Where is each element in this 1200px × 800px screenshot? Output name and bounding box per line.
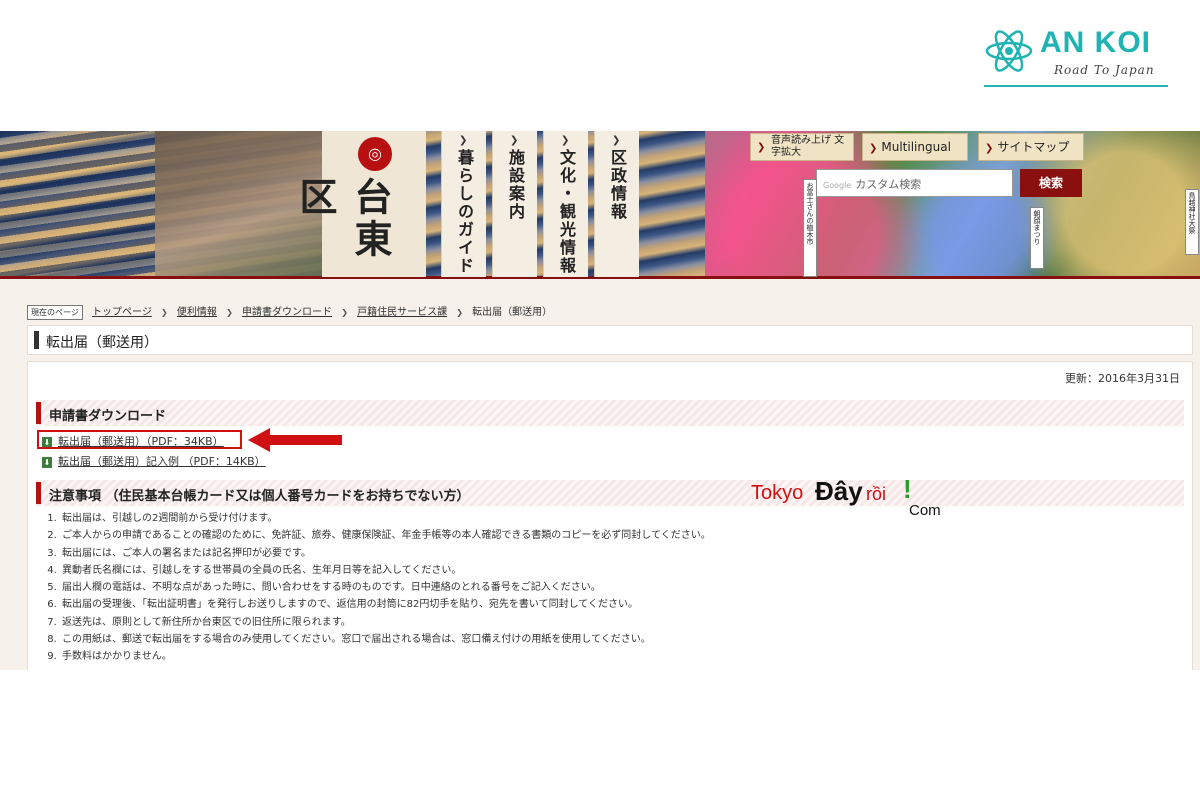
list-item: 転出届は、引越しの2週間前から受け付けます。 [60,510,711,527]
updated-date: 更新：2016年3月31日 [1065,372,1180,385]
nav-tab-administration[interactable]: ❯ 区政情報 [594,131,639,277]
banner-sign: お富士さんの植木市 [803,179,817,277]
search-button[interactable]: 検索 [1020,169,1082,197]
list-item: 転出届には、ご本人の署名または記名押印が必要です。 [60,545,711,562]
page-title-bar: 転出届（郵送用） [27,325,1193,355]
download-heading: 申請書ダウンロード [36,400,1184,426]
ward-logo[interactable]: ◎ 台東区 [293,131,426,277]
content-panel: 更新：2016年3月31日 申請書ダウンロード ⬇ 転出届（郵送用）（PDF：34… [27,361,1193,670]
multilingual-button[interactable]: ❯ Multilingual [862,133,968,161]
red-arrow-icon [248,428,342,452]
nav-tab-culture-tourism[interactable]: ❯ 文化・観光情報 [543,131,588,277]
sitemap-button[interactable]: ❯ サイトマップ [978,133,1084,161]
atom-icon [985,30,1033,72]
breadcrumb-link[interactable]: 申請書ダウンロード [242,307,332,318]
chevron-right-icon: ❯ [226,308,233,317]
ward-crest-icon: ◎ [358,137,392,171]
breadcrumb: 現在のページ トップページ ❯ 便利情報 ❯ 申請書ダウンロード ❯ 戸籍住民サ… [27,303,552,320]
list-item: ご本人からの申請であることの確認のために、免許証、旅券、健康保険証、年金手帳等の… [60,527,711,544]
chevron-right-icon: ❯ [985,143,994,154]
download-link-example[interactable]: ⬇ 転出届（郵送用）記入例 （PDF：14KB） [42,453,266,469]
breadcrumb-here-label: 現在のページ [27,305,83,320]
download-icon: ⬇ [42,457,52,468]
breadcrumb-current: 転出届（郵送用） [472,307,553,318]
banner-sign: 鳥越神社大祭 [1185,189,1199,255]
list-item: 転出届の受理後、「転出証明書」を発行しお送りしますので、返信用の封筒に82円切手… [60,596,711,613]
breadcrumb-link[interactable]: 戸籍住民サービス課 [357,307,447,318]
list-item: 手数料はかかりません。 [60,648,711,665]
breadcrumb-link[interactable]: 便利情報 [177,307,217,318]
list-item: 異動者氏名欄には、引越しをする世帯員の全員の氏名、生年月日等を記入してください。 [60,562,711,579]
chevron-right-icon: ❯ [459,135,468,146]
tokyo-day-roi-watermark: Tokyo Đây rồi ! Com [751,474,941,519]
ward-name: 台東区 [293,177,393,261]
page-title: 転出届（郵送用） [46,335,158,351]
search-input[interactable]: Google カスタム検索 [816,169,1013,197]
header-banner: ◎ 台東区 ❯ 暮らしのガイド ❯ 施設案内 ❯ 文化・観光情報 ❯ 区政情報 … [0,131,1200,279]
nav-tab-living-guide[interactable]: ❯ 暮らしのガイド [441,131,486,277]
chevron-right-icon: ❯ [757,142,766,153]
chevron-right-icon: ❯ [510,135,519,146]
chevron-right-icon: ❯ [869,143,878,154]
logo-title: AN KOI [1040,26,1151,59]
logo-underline [984,85,1168,87]
ankoi-logo: AN KOI Road To Japan [984,26,1168,88]
nav-tab-facilities[interactable]: ❯ 施設案内 [492,131,537,277]
notes-list: 転出届は、引越しの2週間前から受け付けます。 ご本人からの申請であることの確認の… [38,510,711,666]
list-item: 返送先は、原則として新住所か台東区での旧住所に限られます。 [60,614,711,631]
logo-subtitle: Road To Japan [1054,63,1155,77]
list-item: この用紙は、郵送で転出届をする場合のみ使用してください。窓口で届出される場合は、… [60,631,711,648]
notes-heading: 注意事項 （住民基本台帳カード又は個人番号カードをお持ちでない方） [36,480,1184,506]
chevron-right-icon: ❯ [341,308,348,317]
chevron-right-icon: ❯ [612,135,621,146]
banner-sign: 朝顔まつり [1030,207,1044,269]
breadcrumb-link[interactable]: トップページ [92,307,152,318]
chevron-right-icon: ❯ [456,308,463,317]
chevron-right-icon: ❯ [561,135,570,146]
highlight-box [37,430,242,449]
google-label: Google [823,181,852,190]
speech-zoom-button[interactable]: ❯ 音声読み上げ 文字拡大 [750,133,854,161]
taito-ward-page: ◎ 台東区 ❯ 暮らしのガイド ❯ 施設案内 ❯ 文化・観光情報 ❯ 区政情報 … [0,131,1200,670]
list-item: 届出人欄の電話は、不明な点があった時に、問い合わせをする時のものです。日中連絡の… [60,579,711,596]
chevron-right-icon: ❯ [161,308,168,317]
